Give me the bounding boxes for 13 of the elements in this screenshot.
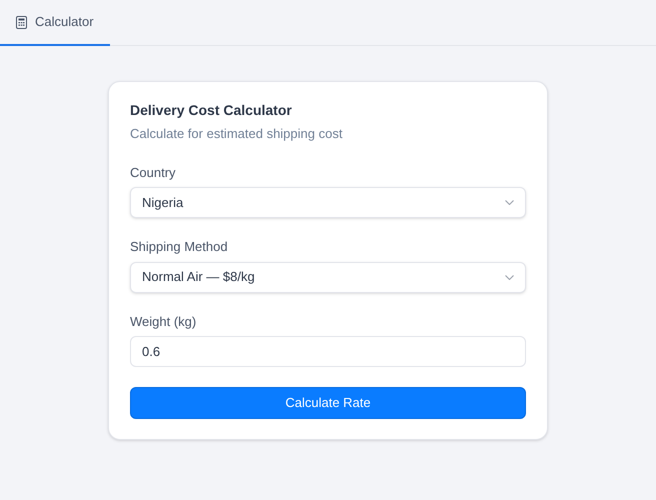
field-label: Shipping Method bbox=[130, 238, 229, 256]
select-field[interactable]: Normal Air — $8/kg bbox=[130, 262, 526, 292]
card-title: Delivery Cost Calculator bbox=[130, 101, 293, 120]
calculator-tab[interactable]: Calculator bbox=[0, 0, 110, 46]
chevron-down-icon bbox=[505, 200, 514, 205]
card-subtitle: Calculate for estimated shipping cost bbox=[130, 125, 344, 143]
select-field[interactable]: Nigeria bbox=[130, 187, 526, 218]
field-label: Country bbox=[130, 164, 177, 182]
field-label: Weight (kg) bbox=[130, 312, 198, 331]
calculate-button[interactable]: Calculate Rate bbox=[130, 387, 526, 419]
calculator-icon bbox=[16, 16, 27, 28]
input-field[interactable]: 0.6 bbox=[130, 336, 526, 367]
chevron-down-icon bbox=[505, 274, 514, 280]
